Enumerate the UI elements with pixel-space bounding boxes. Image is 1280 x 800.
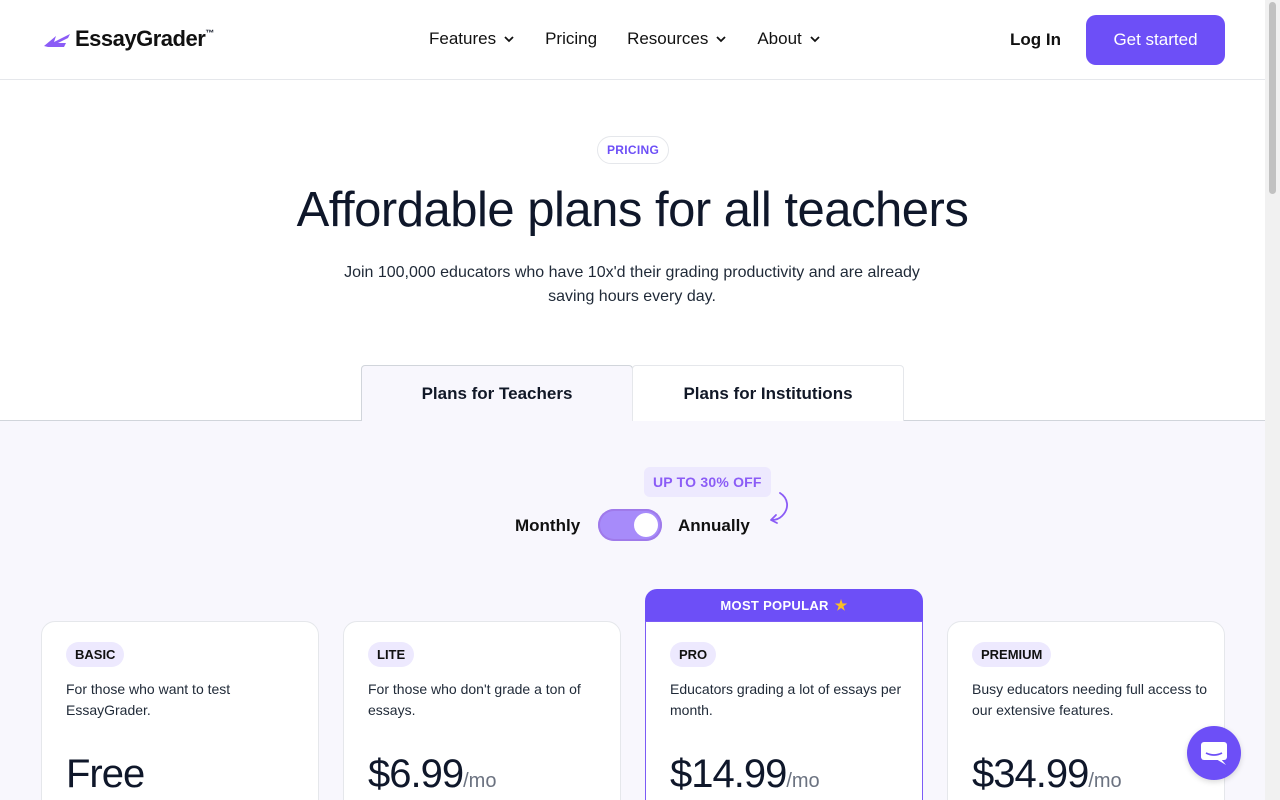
annually-label[interactable]: Annually (678, 516, 750, 536)
chevron-down-icon (810, 36, 820, 43)
plan-card-premium: PREMIUM Busy educators needing full acce… (947, 621, 1225, 800)
logo-text: EssayGrader (75, 26, 206, 51)
chevron-down-icon (716, 36, 726, 43)
plan-price: $34.99/mo (972, 752, 1122, 797)
plan-price: $6.99/mo (368, 752, 496, 797)
star-icon: ★ (834, 597, 848, 613)
plan-badge: BASIC (66, 642, 125, 667)
plan-price-period: /mo (786, 770, 820, 792)
nav-about[interactable]: About (757, 29, 820, 49)
plan-price-period: /mo (463, 770, 497, 792)
curved-arrow-icon (770, 492, 788, 524)
plan-badge: PREMIUM (972, 642, 1052, 667)
nav-features[interactable]: Features (429, 29, 515, 49)
page-title: Affordable plans for all teachers (296, 183, 969, 237)
plan-description: For those who want to test EssayGrader. (66, 681, 231, 718)
toggle-knob (634, 513, 658, 537)
nav-features-label: Features (429, 29, 497, 48)
page-subtitle: Join 100,000 educators who have 10x'd th… (344, 264, 920, 305)
pricing-pill: PRICING (597, 136, 670, 164)
plan-price-amount: Free (66, 752, 145, 796)
nav-resources[interactable]: Resources (627, 29, 727, 49)
chevron-down-icon (504, 36, 514, 43)
page-scrollbar[interactable] (1265, 0, 1280, 800)
logo-mark-icon (44, 34, 70, 47)
plan-price: $14.99/mo (670, 752, 820, 797)
plan-description: For those who don't grade a ton of essay… (368, 681, 581, 718)
login-link[interactable]: Log In (1010, 30, 1061, 50)
tab-plans-teachers[interactable]: Plans for Teachers (361, 365, 633, 421)
nav-pricing[interactable]: Pricing (545, 29, 597, 49)
scrollbar-thumb[interactable] (1269, 2, 1276, 194)
chat-bubble-icon (1201, 742, 1227, 765)
get-started-button[interactable]: Get started (1086, 15, 1225, 65)
plan-price-period: /mo (1088, 770, 1122, 792)
billing-toggle[interactable] (598, 509, 662, 541)
plan-badge: PRO (670, 642, 717, 667)
plan-price-amount: $34.99 (972, 752, 1089, 796)
plan-description: Educators grading a lot of essays per mo… (670, 681, 902, 718)
plan-card-lite: LITE For those who don't grade a ton of … (343, 621, 621, 800)
monthly-label[interactable]: Monthly (515, 516, 580, 536)
nav-pricing-label: Pricing (545, 29, 598, 48)
most-popular-banner: MOST POPULAR ★ (645, 589, 923, 622)
chat-widget-button[interactable] (1187, 726, 1241, 780)
tab-plans-institutions[interactable]: Plans for Institutions (632, 365, 904, 421)
plan-badge: LITE (368, 642, 415, 667)
plan-price-amount: $14.99 (670, 752, 787, 796)
site-header: EssayGrader ™ Features Pricing Resources… (0, 0, 1265, 80)
plan-price-amount: $6.99 (368, 752, 464, 796)
nav-resources-label: Resources (627, 29, 709, 48)
nav-about-label: About (757, 29, 802, 48)
discount-badge: UP TO 30% OFF (644, 467, 771, 497)
trademark-symbol: ™ (205, 28, 215, 38)
most-popular-label: MOST POPULAR (720, 598, 829, 613)
plan-card-pro: PRO Educators grading a lot of essays pe… (645, 621, 923, 800)
main-nav: Features Pricing Resources About (429, 29, 851, 49)
logo[interactable]: EssayGrader ™ (40, 26, 214, 52)
plan-card-basic: BASIC For those who want to test EssayGr… (41, 621, 319, 800)
plan-description: Busy educators needing full access to ou… (972, 681, 1208, 718)
plan-price: Free (66, 752, 145, 797)
